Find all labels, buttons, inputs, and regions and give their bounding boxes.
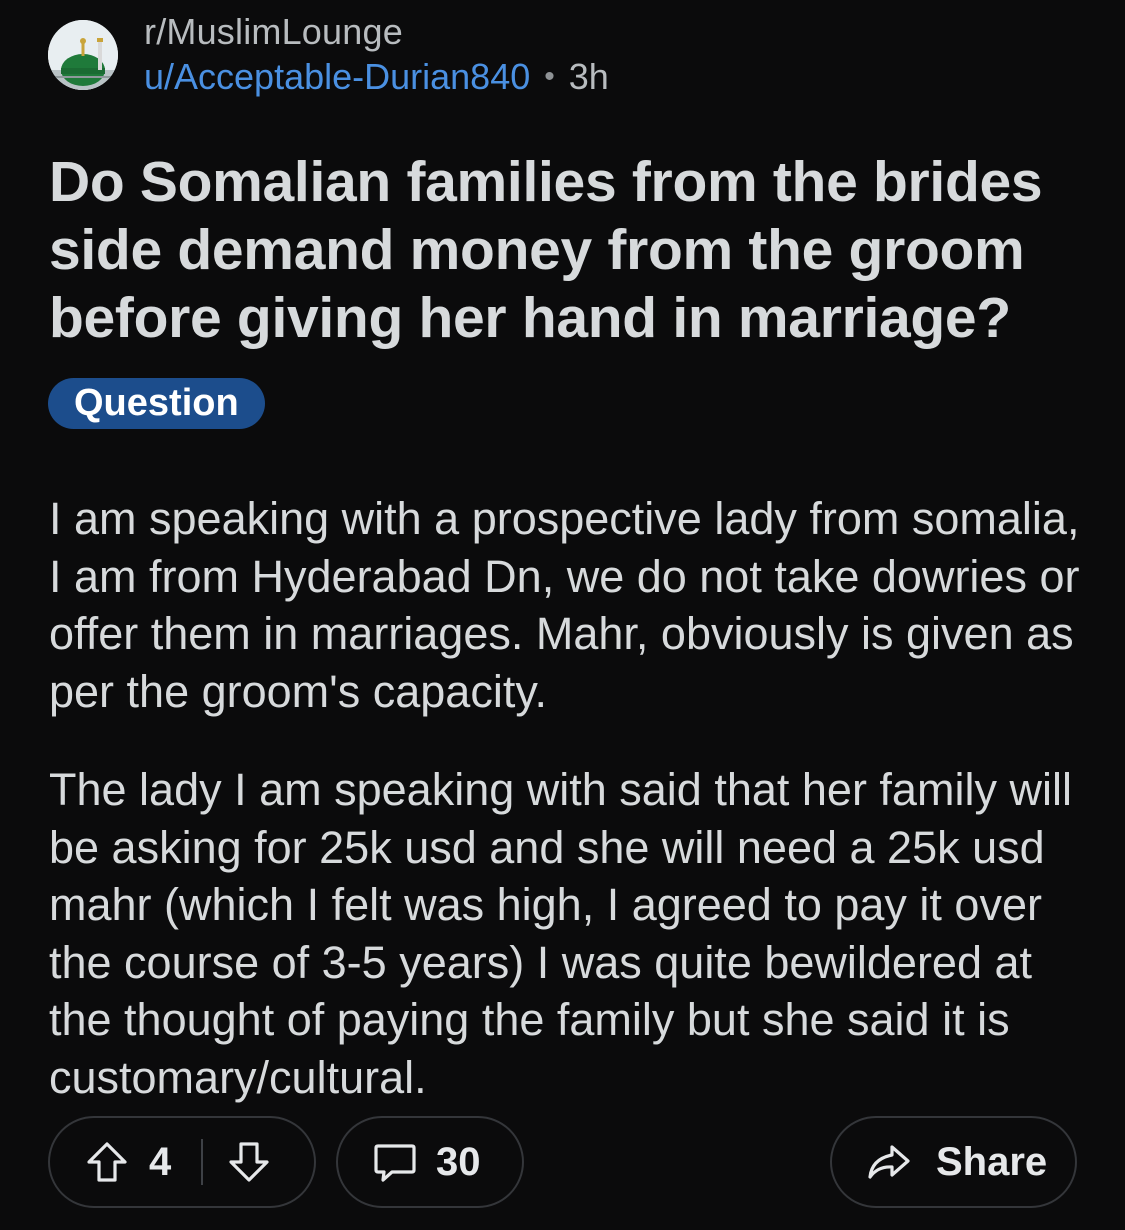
- speech-bubble-icon: [372, 1140, 418, 1184]
- post-body: I am speaking with a prospective lady fr…: [49, 490, 1099, 1106]
- arrow-down-icon: [229, 1142, 269, 1182]
- separator-dot: •: [544, 60, 555, 93]
- vote-divider: [201, 1139, 204, 1185]
- author-line: u/Acceptable-Durian840 • 3h: [144, 54, 609, 100]
- share-button[interactable]: Share: [830, 1116, 1077, 1208]
- green-dome-icon: [48, 20, 118, 90]
- body-paragraph: I am speaking with a prospective lady fr…: [49, 493, 1080, 717]
- comments-button[interactable]: 30: [336, 1116, 524, 1208]
- arrow-up-icon: [87, 1142, 127, 1182]
- post-meta: r/MuslimLounge u/Acceptable-Durian840 • …: [144, 10, 609, 100]
- share-arrow-icon: [866, 1141, 912, 1183]
- post-title[interactable]: Do Somalian families from the brides sid…: [49, 148, 1089, 352]
- post-header: r/MuslimLounge u/Acceptable-Durian840 • …: [48, 10, 609, 100]
- subreddit-name[interactable]: r/MuslimLounge: [144, 10, 609, 54]
- author-link[interactable]: u/Acceptable-Durian840: [144, 54, 530, 100]
- downvote-button[interactable]: [227, 1140, 271, 1184]
- vote-score: 4: [149, 1139, 172, 1184]
- vote-control: 4: [48, 1116, 316, 1208]
- subreddit-avatar[interactable]: [48, 20, 118, 90]
- upvote-button[interactable]: [85, 1140, 129, 1184]
- body-paragraph: The lady I am speaking with said that he…: [49, 764, 1072, 1103]
- action-bar: 4 30 Share: [48, 1116, 1077, 1212]
- flair-badge[interactable]: Question: [48, 378, 265, 429]
- post-age: 3h: [568, 56, 609, 97]
- share-label: Share: [936, 1139, 1048, 1184]
- post-card: r/MuslimLounge u/Acceptable-Durian840 • …: [0, 0, 1125, 1230]
- comment-count: 30: [436, 1139, 481, 1184]
